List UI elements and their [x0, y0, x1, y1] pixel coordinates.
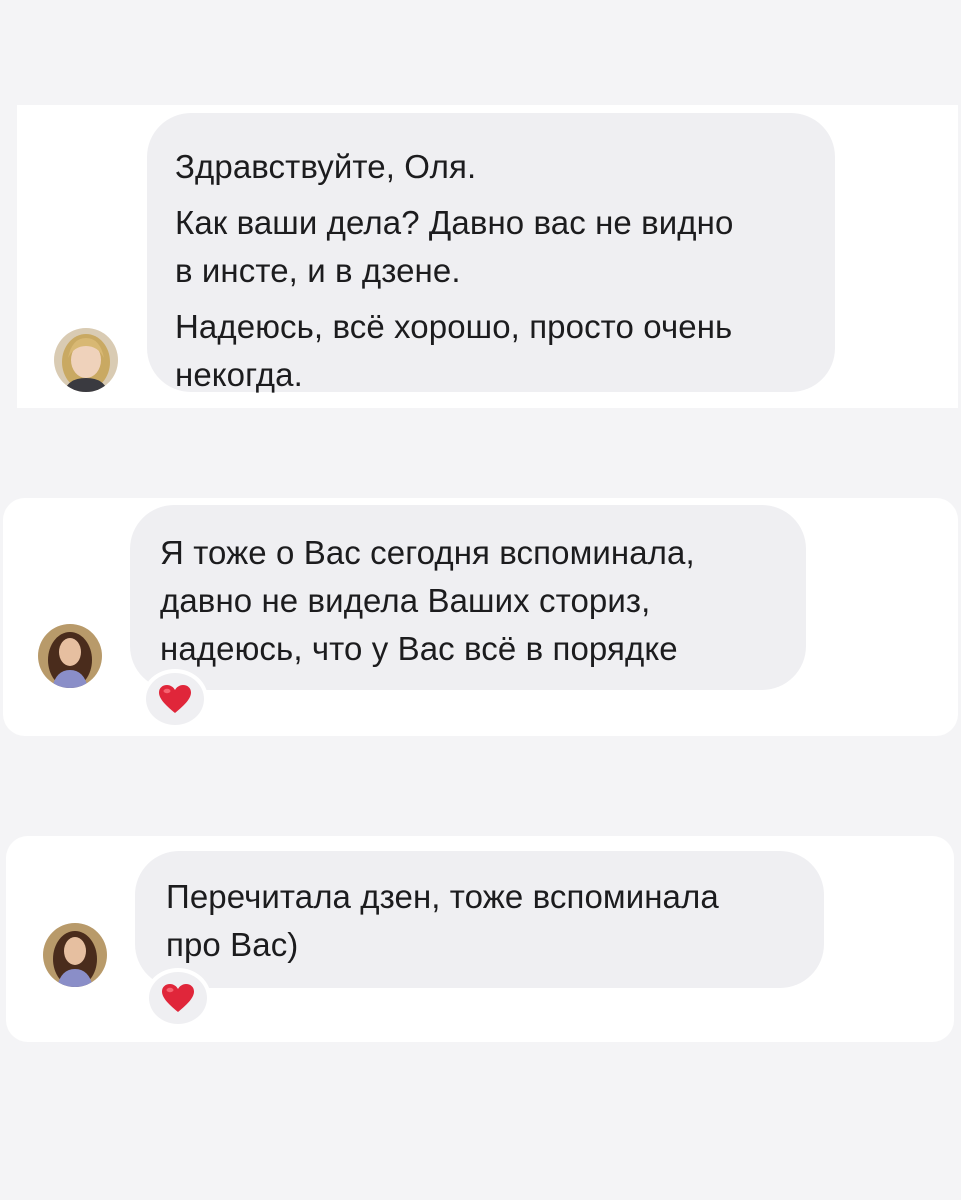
self-avatar[interactable]: [43, 923, 107, 987]
message-line: в инсте, и в дзене.: [175, 252, 461, 289]
red-heart-icon: [159, 685, 191, 713]
message-line: надеюсь, что у Вас всё в порядке: [160, 630, 678, 667]
reaction-badge[interactable]: [142, 669, 208, 729]
message-bubble[interactable]: Перечитала дзен, тоже вспоминала про Вас…: [135, 851, 824, 988]
message-text: Здравствуйте, Оля. Как ваши дела? Давно …: [175, 143, 835, 399]
message-row-1: Здравствуйте, Оля. Как ваши дела? Давно …: [17, 105, 958, 408]
red-heart-icon: [162, 984, 194, 1012]
message-row-2: Я тоже о Вас сегодня вспоминала, давно н…: [3, 498, 958, 736]
message-line: Перечитала дзен, тоже вспоминала: [166, 878, 719, 915]
message-text: Перечитала дзен, тоже вспоминала про Вас…: [166, 873, 824, 969]
message-bubble[interactable]: Здравствуйте, Оля. Как ваши дела? Давно …: [147, 113, 835, 393]
reaction-badge[interactable]: [145, 968, 211, 1028]
message-line: Как ваши дела? Давно вас не видно: [175, 204, 734, 241]
message-line: про Вас): [166, 926, 299, 963]
message-bubble[interactable]: Я тоже о Вас сегодня вспоминала, давно н…: [130, 505, 806, 690]
message-line: Я тоже о Вас сегодня вспоминала,: [160, 534, 695, 571]
message-text: Я тоже о Вас сегодня вспоминала, давно н…: [160, 529, 806, 673]
message-line: давно не видела Ваших сториз,: [160, 582, 651, 619]
contact-avatar[interactable]: [54, 328, 118, 392]
message-row-3: Перечитала дзен, тоже вспоминала про Вас…: [6, 836, 954, 1042]
self-avatar[interactable]: [38, 624, 102, 688]
message-line: некогда.: [175, 356, 303, 393]
message-line: Надеюсь, всё хорошо, просто очень: [175, 308, 733, 345]
message-line: Здравствуйте, Оля.: [175, 148, 477, 185]
